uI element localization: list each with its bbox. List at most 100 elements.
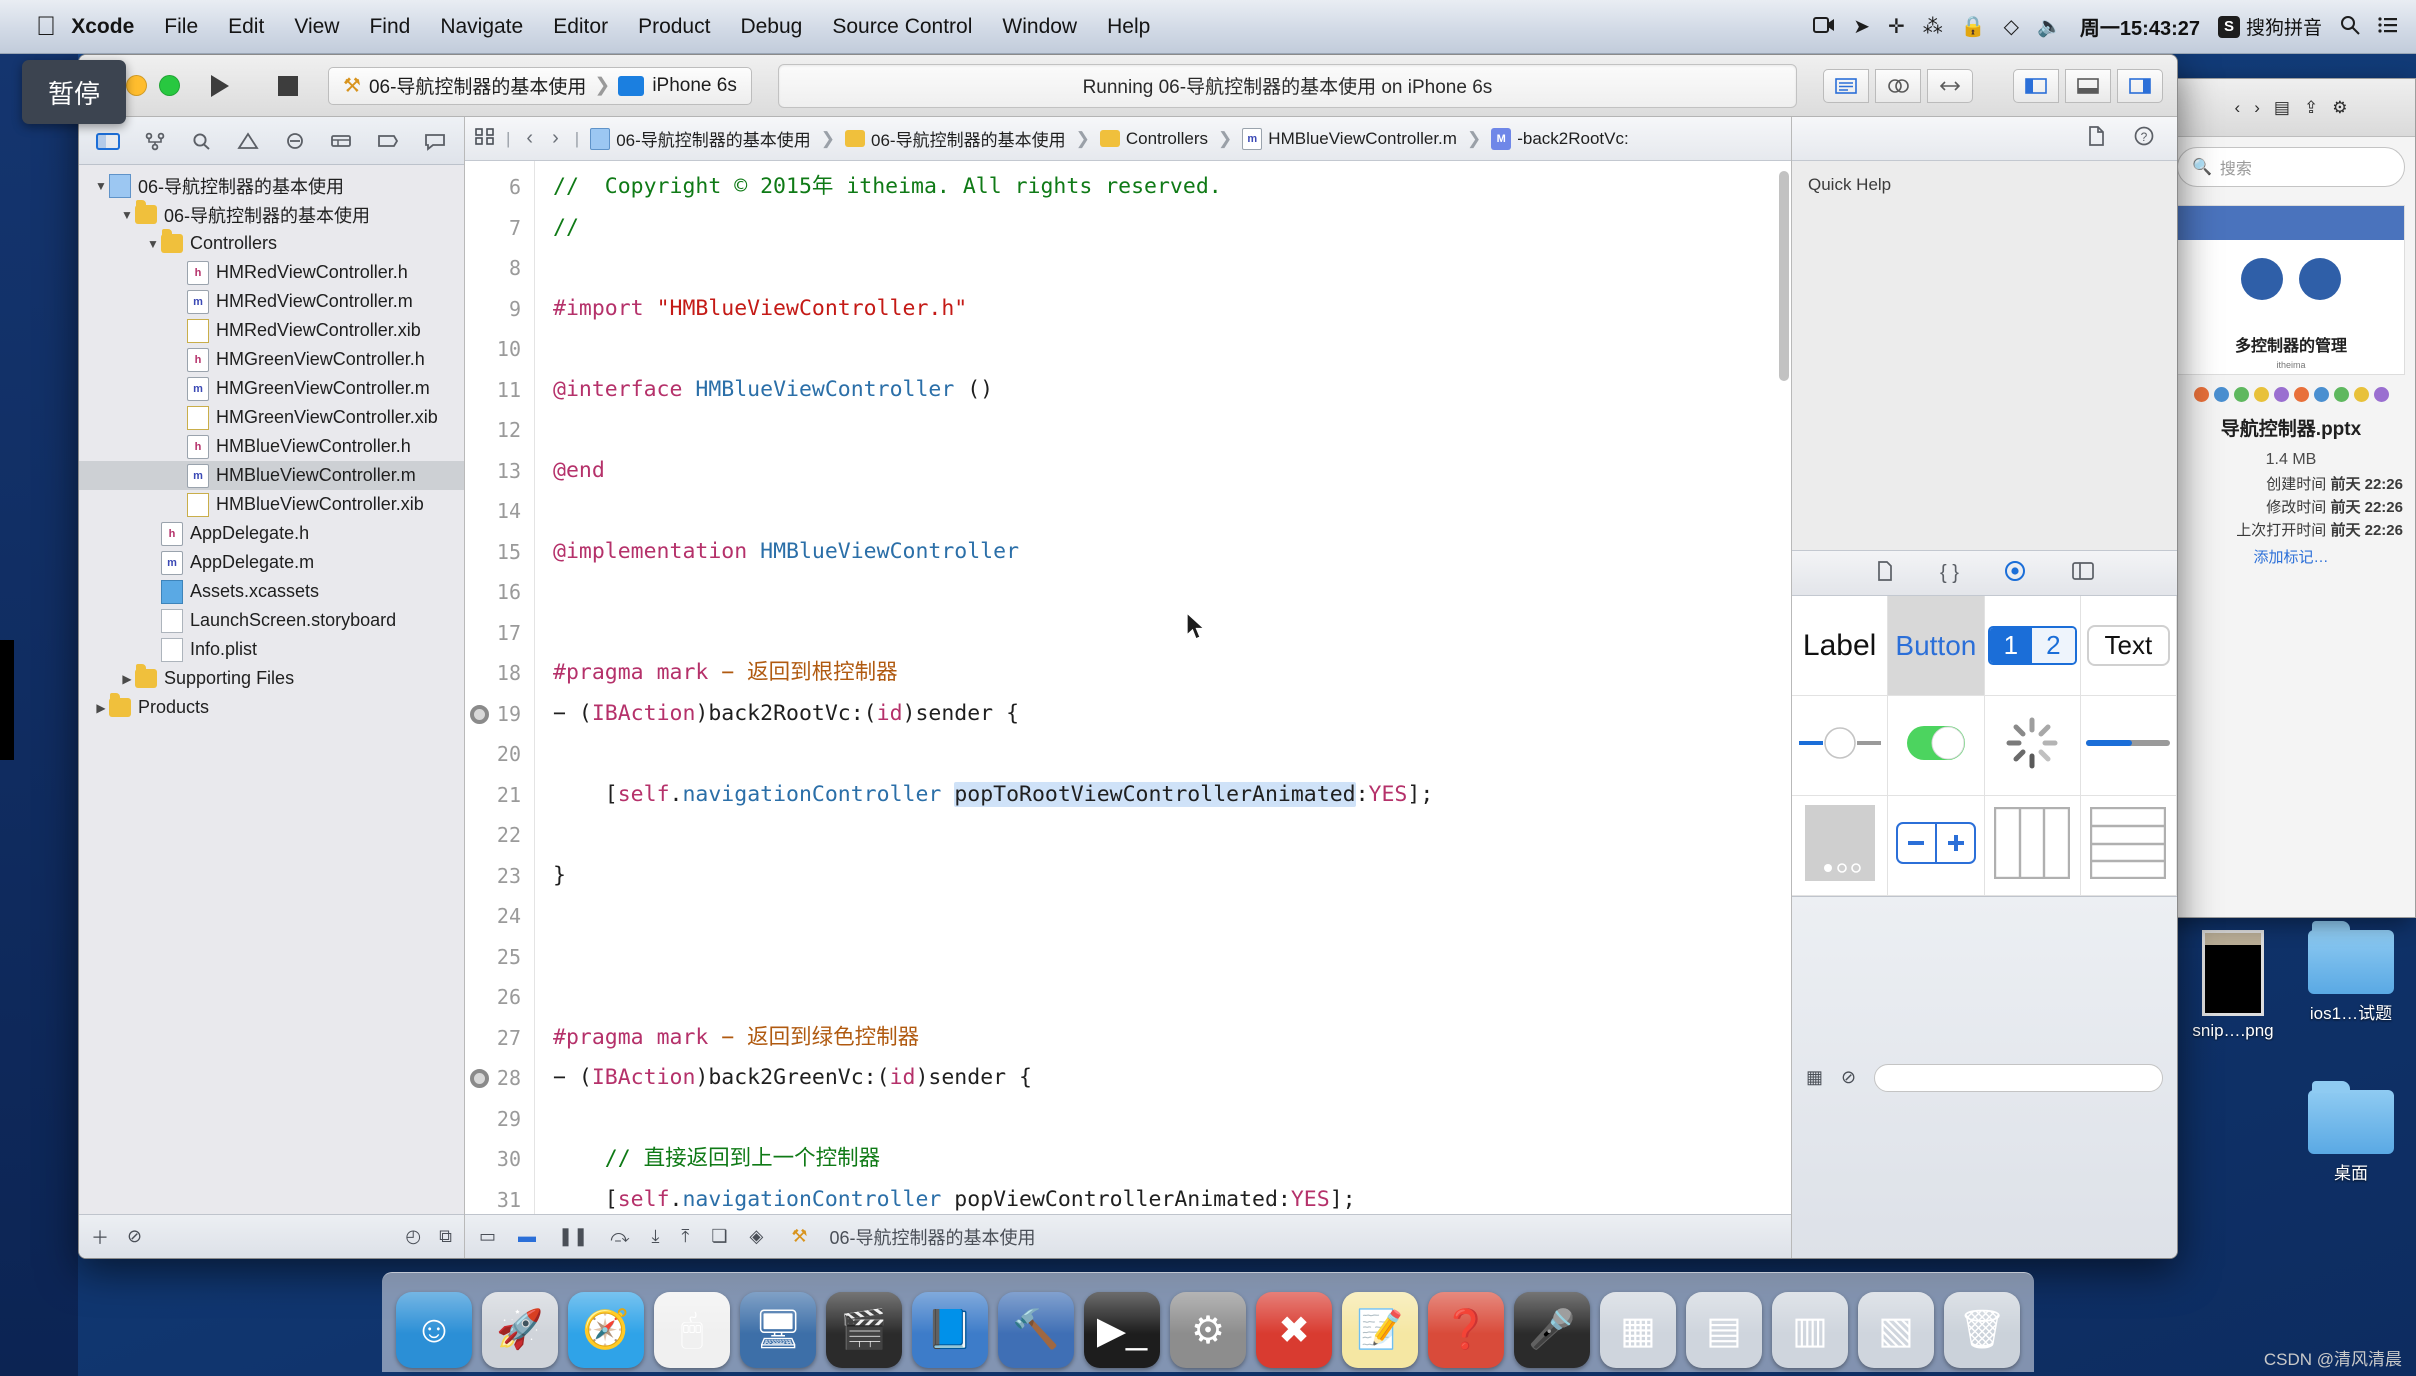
line-number[interactable]: 14 (465, 491, 534, 532)
dock-app-mouse-app[interactable]: 🖱 (654, 1292, 730, 1368)
editor-scrollbar[interactable] (1779, 171, 1789, 381)
dock-app-xmind[interactable]: ✖ (1256, 1292, 1332, 1368)
folder-ios1[interactable]: ios1…试题 (2296, 921, 2406, 1024)
file-template-library-icon[interactable] (1874, 560, 1896, 587)
code-line[interactable]: // (553, 208, 1791, 249)
menu-item-find[interactable]: Find (354, 15, 425, 39)
library-tab-bar[interactable]: { } (1792, 550, 2177, 596)
file-tree-row[interactable]: m HMGreenViewController.m (79, 374, 464, 403)
file-tree-row[interactable]: m HMRedViewController.m (79, 287, 464, 316)
menu-item-navigate[interactable]: Navigate (425, 15, 538, 39)
line-number[interactable]: 11 (465, 370, 534, 411)
view-hierarchy-icon[interactable]: ❏ (711, 1226, 727, 1247)
location-icon[interactable]: ➤ (1853, 17, 1870, 37)
file-tree-row[interactable]: h HMRedViewController.h (79, 258, 464, 287)
file-tree-row[interactable]: Info.plist (79, 635, 464, 664)
code-line[interactable] (553, 410, 1791, 451)
step-out-icon[interactable]: ⤒ (681, 1226, 689, 1247)
zoom-button[interactable] (159, 75, 180, 96)
code-line[interactable]: // 直接返回到上一个控制器 (553, 1139, 1791, 1180)
menu-item-product[interactable]: Product (623, 15, 725, 39)
navigator-tab-search[interactable] (178, 121, 225, 161)
button-object[interactable]: Button (1888, 596, 1985, 696)
version-editor-button[interactable] (1927, 68, 1973, 103)
code-line[interactable] (553, 248, 1791, 289)
dropbox-icon[interactable]: ◇ (2004, 17, 2019, 37)
code-line[interactable] (553, 896, 1791, 937)
minimize-button[interactable] (126, 75, 147, 96)
line-number-gutter[interactable]: 6 7 8 9 10 11 12 13 14 15 16 17 18 19 20 21 22 23 24 25 26 27… (465, 161, 535, 1214)
menu-item-source-control[interactable]: Source Control (817, 15, 987, 39)
object-library-icon[interactable] (2003, 559, 2027, 588)
slider-object[interactable] (1792, 696, 1889, 796)
line-number[interactable]: 15 (465, 532, 534, 573)
code-snippet-library-icon[interactable]: { } (1940, 562, 1959, 585)
apple-logo-icon[interactable]:  (36, 13, 56, 40)
stepper-object[interactable] (1888, 796, 1985, 896)
disclosure-triangle-icon[interactable]: ▼ (119, 208, 135, 222)
line-number[interactable]: 9 (465, 289, 534, 330)
dock-app-window-mgr-1[interactable]: ▦ (1600, 1292, 1676, 1368)
file-tree-row[interactable]: h HMGreenViewController.h (79, 345, 464, 374)
line-number[interactable]: 13 (465, 451, 534, 492)
dock-app-finder[interactable]: ☺ (396, 1292, 472, 1368)
line-number[interactable]: 23 (465, 856, 534, 897)
file-tree-row[interactable]: ▼ Controllers (79, 229, 464, 258)
breadcrumb-item[interactable]: m HMBlueViewController.m (1242, 127, 1457, 150)
media-library-icon[interactable] (2071, 560, 2095, 587)
segmented-control-object[interactable]: 12 (1984, 596, 2081, 696)
source-control-filter-icon[interactable]: ⧉ (439, 1226, 452, 1247)
navigator-footer[interactable]: ＋ ⊘ ◴ ⧉ (79, 1214, 464, 1258)
navigator-tab-test[interactable] (272, 121, 319, 161)
folder-desktop[interactable]: 桌面 (2296, 1081, 2406, 1184)
code-line[interactable]: #import "HMBlueViewController.h" (553, 289, 1791, 330)
code-line[interactable] (553, 329, 1791, 370)
stop-button[interactable] (260, 68, 316, 104)
line-number[interactable]: 18 (465, 653, 534, 694)
finder-preview-panel[interactable]: ‹ › ▤ ⇪ ⚙ 🔍 搜索 多控制器的管理 itheima 导航控制器.ppt… (2166, 78, 2416, 918)
xcode-window[interactable]: ⚒ 06-导航控制器的基本使用 ❯ iPhone 6s Running 06-导… (78, 54, 2178, 1259)
menu-item-edit[interactable]: Edit (213, 15, 279, 39)
menu-item-help[interactable]: Help (1092, 15, 1165, 39)
navigator-tab-source-control[interactable] (132, 121, 179, 161)
assistant-editor-button[interactable] (1875, 68, 1921, 103)
dock-app-movie-app[interactable]: 🎬 (826, 1292, 902, 1368)
debug-bar[interactable]: ▭ ▬ ❚❚ ⤼ ⤓ ⤒ ❏ ◈ ⚒ 06-导航控制器的基本使用 (465, 1214, 1791, 1258)
library-filter-icon[interactable]: ⊘ (1841, 1067, 1856, 1088)
dock-app-help-viewer[interactable]: ❓ (1428, 1292, 1504, 1368)
code-line[interactable] (553, 572, 1791, 613)
grid-view-icon[interactable]: ▦ (1806, 1067, 1823, 1088)
notification-center-icon[interactable] (2378, 16, 2398, 38)
navigator-panel[interactable]: ▼ 06-导航控制器的基本使用 ▼ 06-导航控制器的基本使用 ▼ Controllers… (79, 117, 465, 1258)
line-number[interactable]: 12 (465, 410, 534, 451)
menu-item-xcode[interactable]: Xcode (56, 15, 149, 39)
code-line[interactable]: #pragma mark − 返回到根控制器 (553, 653, 1791, 694)
line-number[interactable]: 8 (465, 248, 534, 289)
navigator-tab-project[interactable] (85, 121, 132, 161)
line-number[interactable]: 26 (465, 977, 534, 1018)
line-number[interactable]: 27 (465, 1018, 534, 1059)
file-tree-row[interactable]: ▼ 06-导航控制器的基本使用 (79, 200, 464, 229)
line-number[interactable]: 31 (465, 1180, 534, 1215)
finder-share-icon[interactable]: ⇪ (2304, 98, 2318, 118)
file-snip-png[interactable]: snip….png (2178, 930, 2288, 1041)
dock-app-launchpad[interactable]: 🚀 (482, 1292, 558, 1368)
dock-app-terminal[interactable]: ▶_ (1084, 1292, 1160, 1368)
source-code-editor[interactable]: 6 7 8 9 10 11 12 13 14 15 16 17 18 19 20 21 22 23 24 25 26 27… (465, 161, 1791, 1214)
text-field-object[interactable]: Text (2080, 596, 2177, 696)
run-button[interactable] (192, 68, 248, 104)
breakpoint-marker[interactable] (470, 1069, 489, 1088)
navigator-tab-breakpoint[interactable] (365, 121, 412, 161)
menu-item-debug[interactable]: Debug (725, 15, 817, 39)
toggle-debug-button[interactable] (2065, 68, 2111, 103)
console-icon[interactable]: ▬ (518, 1226, 536, 1247)
breadcrumb-item[interactable]: 06-导航控制器的基本使用 (590, 126, 811, 151)
navigator-tab-debug[interactable] (318, 121, 365, 161)
finder-toolbar[interactable]: ‹ › ▤ ⇪ ⚙ (2167, 79, 2415, 137)
project-file-tree[interactable]: ▼ 06-导航控制器的基本使用 ▼ 06-导航控制器的基本使用 ▼ Controllers… (79, 165, 464, 1214)
code-line[interactable]: @interface HMBlueViewController () (553, 370, 1791, 411)
standard-editor-button[interactable] (1823, 68, 1869, 103)
dock-app-keynote[interactable]: 🎤 (1514, 1292, 1590, 1368)
menu-item-file[interactable]: File (149, 15, 213, 39)
filter-icon[interactable]: ⊘ (127, 1226, 142, 1247)
